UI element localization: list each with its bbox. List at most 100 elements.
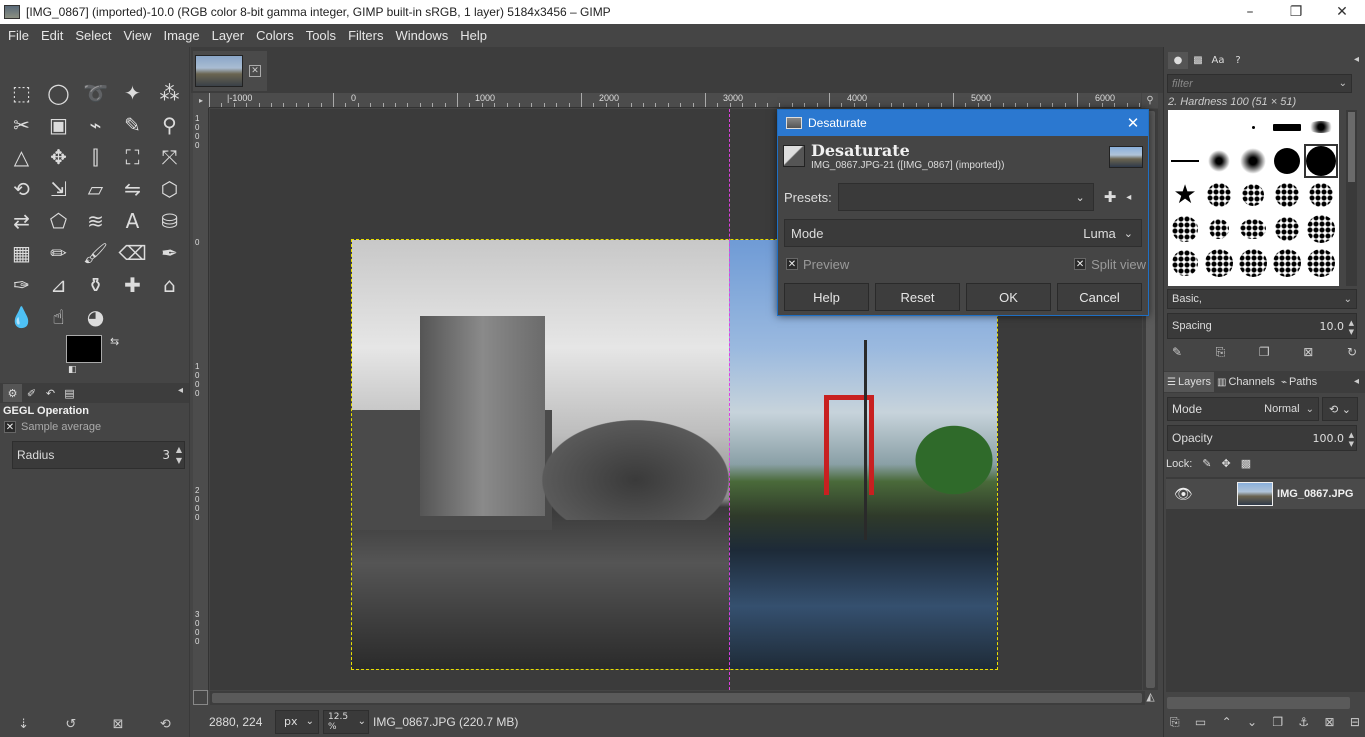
anchor-layer-icon[interactable]: ⚓: [1298, 715, 1309, 730]
tool-button[interactable]: ⇄: [3, 205, 40, 237]
brush-item[interactable]: [1236, 178, 1270, 212]
menu-filters[interactable]: Filters: [342, 28, 389, 43]
menu-select[interactable]: Select: [69, 28, 117, 43]
tab-layers[interactable]: ☰ Layers: [1164, 372, 1214, 392]
tool-button[interactable]: ⇋: [114, 173, 151, 205]
preview-checkbox[interactable]: ✕: [786, 258, 798, 270]
dialog-close-button[interactable]: ✕: [1118, 114, 1148, 132]
lock-position-icon[interactable]: ✥: [1222, 457, 1231, 470]
duplicate-layer-icon[interactable]: ❐: [1272, 715, 1283, 730]
radius-spin-icon[interactable]: ▲ ▼: [176, 444, 182, 466]
brush-item[interactable]: ★: [1168, 178, 1202, 212]
device-status-tab-icon[interactable]: ✐: [22, 384, 41, 402]
restore-tool-preset-icon[interactable]: ↺: [65, 717, 76, 732]
brush-item[interactable]: [1304, 246, 1338, 280]
dialog-titlebar[interactable]: Desaturate ✕: [778, 110, 1148, 136]
brush-scroll-thumb[interactable]: [1348, 112, 1355, 182]
save-tool-preset-icon[interactable]: ⇣: [18, 717, 29, 732]
tool-button[interactable]: ✂: [3, 109, 40, 141]
sample-average-checkbox[interactable]: ✕: [4, 421, 16, 433]
brush-item[interactable]: [1168, 110, 1202, 144]
menu-file[interactable]: File: [2, 28, 35, 43]
cancel-button[interactable]: Cancel: [1057, 283, 1142, 311]
patterns-tab-icon[interactable]: ▩: [1188, 52, 1208, 69]
add-preset-icon[interactable]: ✚: [1104, 188, 1117, 206]
horizontal-scroll-thumb[interactable]: [212, 693, 1142, 703]
reset-button[interactable]: Reset: [875, 283, 960, 311]
tool-button[interactable]: ⊿: [40, 269, 77, 301]
duplicate-brush-icon[interactable]: ❐: [1259, 345, 1270, 360]
tool-button[interactable]: ⇲: [40, 173, 77, 205]
menu-help[interactable]: Help: [454, 28, 493, 43]
tool-button[interactable]: 🖌: [77, 237, 114, 269]
brush-item[interactable]: [1270, 178, 1304, 212]
lock-alpha-icon[interactable]: ▩: [1241, 457, 1251, 470]
split-view-checkbox[interactable]: ✕: [1074, 258, 1087, 270]
layer-name[interactable]: IMG_0867.JPG: [1277, 488, 1353, 500]
tab-paths[interactable]: ⌁ Paths: [1278, 372, 1320, 392]
brush-item[interactable]: [1202, 178, 1236, 212]
dock-menu-icon[interactable]: ◂: [178, 385, 183, 396]
tool-button[interactable]: 💧: [3, 301, 40, 333]
brush-item[interactable]: [1236, 212, 1270, 246]
ruler-menu-icon[interactable]: ▸: [193, 93, 209, 108]
navigate-icon[interactable]: ◭: [1143, 690, 1158, 705]
opacity-spin-icon[interactable]: ▲ ▼: [1349, 431, 1354, 449]
brush-item[interactable]: [1236, 110, 1270, 144]
menu-colors[interactable]: Colors: [250, 28, 300, 43]
brush-item[interactable]: [1304, 110, 1338, 144]
menu-edit[interactable]: Edit: [35, 28, 69, 43]
tool-button[interactable]: ⬚: [3, 77, 40, 109]
layer-row[interactable]: 👁 IMG_0867.JPG: [1166, 479, 1365, 509]
help-button[interactable]: Help: [784, 283, 869, 311]
delete-tool-preset-icon[interactable]: ⊠: [113, 717, 124, 732]
brush-tag-select[interactable]: Basic, ⌄: [1167, 289, 1357, 309]
tool-button[interactable]: ⌫: [114, 237, 151, 269]
opacity-value[interactable]: 100.0: [1313, 432, 1345, 445]
spacing-spinner[interactable]: Spacing 10.0 ▲ ▼: [1167, 313, 1357, 339]
menu-image[interactable]: Image: [157, 28, 205, 43]
brush-grid[interactable]: ★: [1168, 110, 1339, 286]
presets-menu-icon[interactable]: ◂: [1126, 192, 1131, 203]
tool-button[interactable]: ⤧: [151, 141, 188, 173]
tool-button[interactable]: ▦: [3, 237, 40, 269]
tool-button[interactable]: ✦: [114, 77, 151, 109]
tool-button[interactable]: ◯: [40, 77, 77, 109]
tool-button[interactable]: ▣: [40, 109, 77, 141]
raise-layer-icon[interactable]: ⌃: [1222, 715, 1232, 730]
spacing-value[interactable]: 10.0: [1320, 320, 1345, 333]
help-tab-icon[interactable]: ?: [1228, 52, 1248, 69]
tool-button[interactable]: △: [3, 141, 40, 173]
brush-item[interactable]: [1304, 178, 1338, 212]
restore-button[interactable]: ❐: [1273, 0, 1319, 24]
brush-item[interactable]: [1270, 246, 1304, 280]
tool-button[interactable]: ✑: [3, 269, 40, 301]
opacity-spinner[interactable]: Opacity 100.0 ▲ ▼: [1167, 425, 1357, 451]
layer-composite-select[interactable]: ⟲ ⌄: [1322, 397, 1358, 421]
quick-mask-toggle[interactable]: [193, 690, 208, 705]
brushes-tab-icon[interactable]: ●: [1168, 52, 1188, 69]
tool-button[interactable]: ⚲: [151, 109, 188, 141]
split-view-guide[interactable]: [729, 109, 730, 690]
brush-item[interactable]: [1168, 212, 1202, 246]
brush-item[interactable]: [1304, 212, 1338, 246]
tool-button[interactable]: ⌁: [77, 109, 114, 141]
undo-history-tab-icon[interactable]: ↶: [41, 384, 60, 402]
brush-item[interactable]: [1168, 246, 1202, 280]
tool-button[interactable]: ✎: [114, 109, 151, 141]
dock-menu-icon[interactable]: ◂: [1354, 54, 1359, 65]
mask-layer-icon[interactable]: ⊠: [1324, 715, 1334, 730]
tool-button[interactable]: ✏: [40, 237, 77, 269]
split-view-option[interactable]: ✕ Split view: [1074, 257, 1146, 272]
brush-item[interactable]: [1270, 110, 1304, 144]
menu-windows[interactable]: Windows: [389, 28, 454, 43]
tool-options-tab-icon[interactable]: ⚙: [3, 384, 22, 402]
reset-tool-options-icon[interactable]: ⟲: [160, 717, 171, 732]
tool-button[interactable]: ☝: [40, 301, 77, 333]
radius-spinner[interactable]: Radius 3 ▲ ▼: [12, 441, 185, 469]
swap-colors-icon[interactable]: ⇆: [110, 335, 119, 348]
zoom-select[interactable]: 12.5 % ⌄: [323, 709, 369, 734]
new-layer-icon[interactable]: ⎘: [1170, 715, 1180, 730]
fonts-tab-icon[interactable]: Aa: [1208, 52, 1228, 69]
visibility-eye-icon[interactable]: 👁: [1174, 485, 1193, 503]
